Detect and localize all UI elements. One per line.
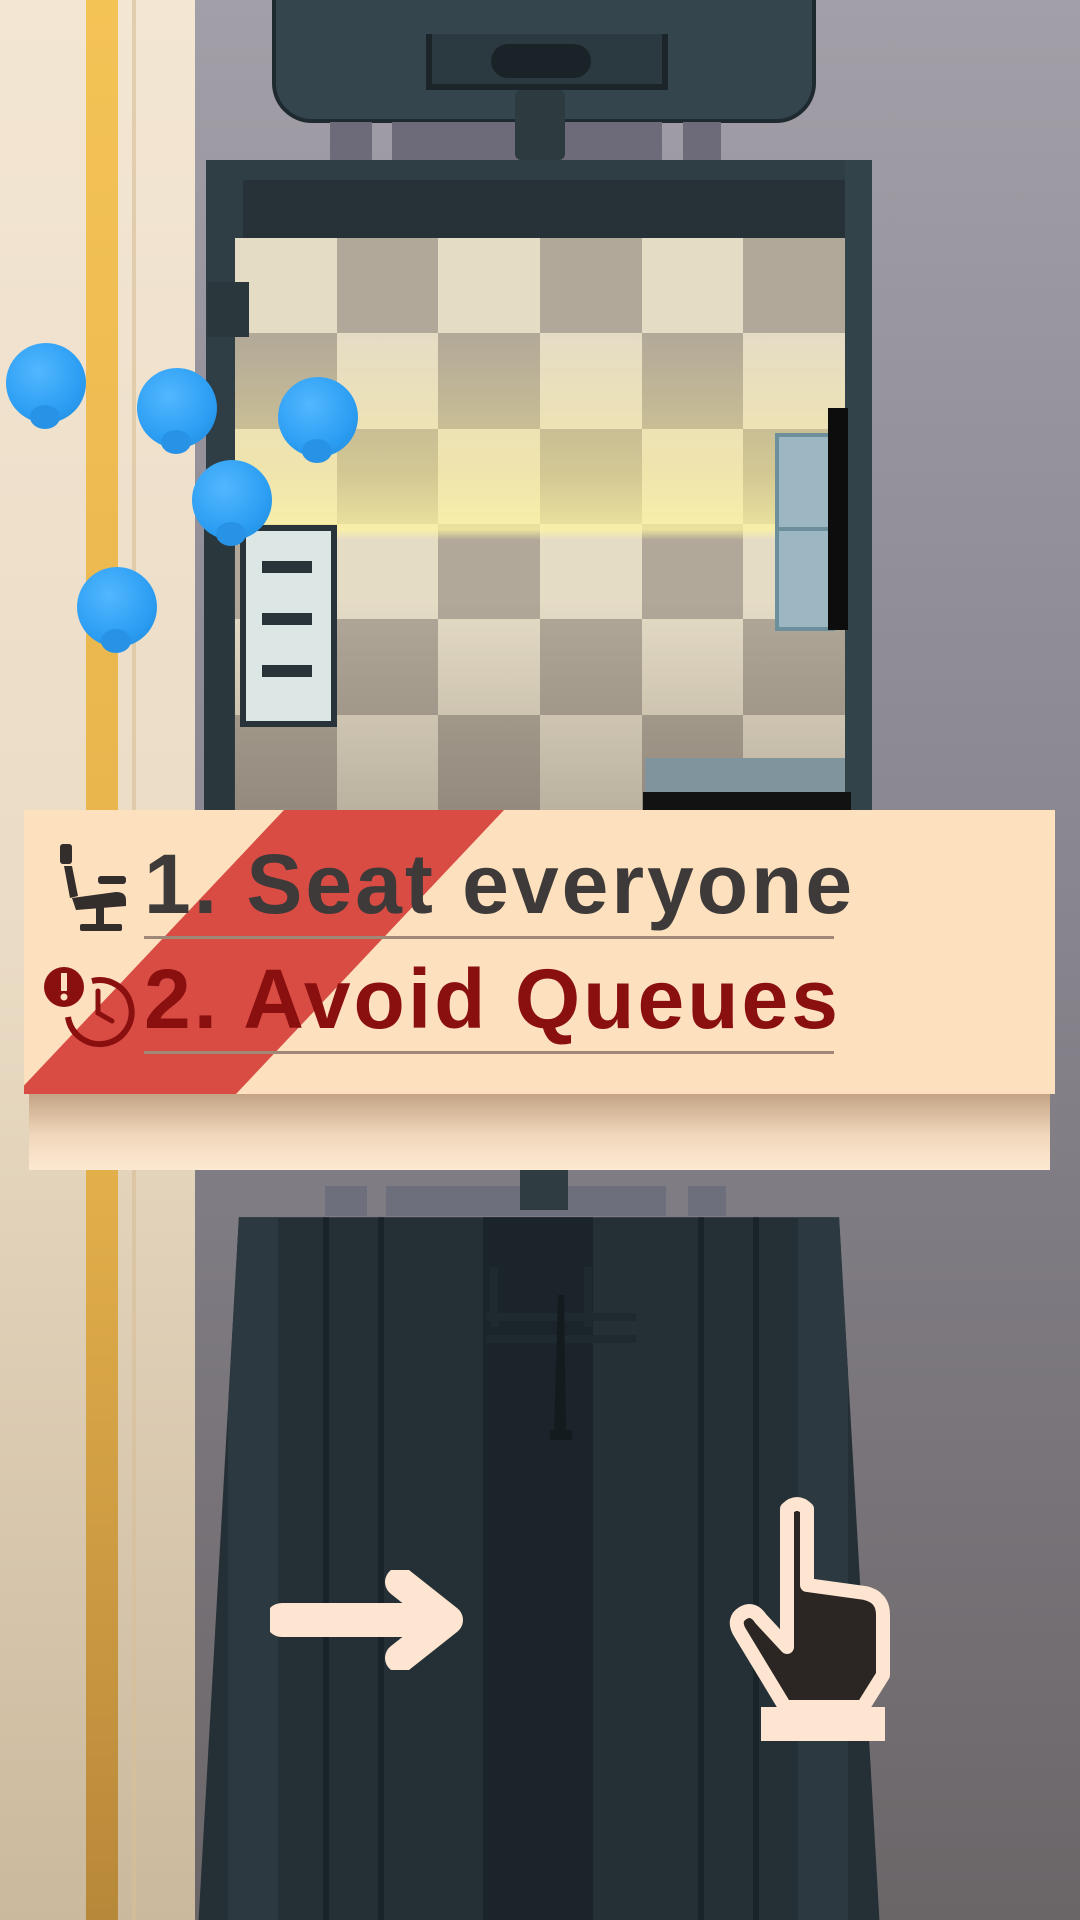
- passenger[interactable]: [137, 368, 217, 454]
- car-door: [828, 408, 848, 630]
- floor-tile[interactable]: [438, 619, 540, 715]
- queue-clock-warning-icon: [44, 967, 135, 1048]
- seat-icon: [60, 844, 126, 931]
- objective-avoid-queues: 2. Avoid Queues: [24, 945, 1055, 1055]
- floor-tile[interactable]: [743, 238, 845, 334]
- pantograph-icon: [486, 1267, 636, 1440]
- rack-bar: [262, 665, 312, 677]
- passenger[interactable]: [278, 377, 358, 463]
- passenger[interactable]: [192, 460, 272, 546]
- car-coupler: [520, 1170, 568, 1210]
- rail-segment: [325, 1186, 367, 1216]
- floor-tile[interactable]: [743, 619, 845, 715]
- roof-rib: [378, 1217, 384, 1920]
- rack-bar: [262, 561, 312, 573]
- objective-seat-everyone: 1. Seat everyone: [24, 830, 1055, 940]
- luggage-rack: [240, 525, 337, 727]
- roof-rib: [698, 1217, 704, 1920]
- floor-tile[interactable]: [539, 238, 642, 334]
- floor-tile[interactable]: [235, 714, 337, 810]
- car-bottom-door: [643, 792, 851, 810]
- passenger[interactable]: [6, 343, 86, 429]
- floor-tile[interactable]: [539, 714, 642, 810]
- car-roof-panel: [228, 1217, 278, 1920]
- bench-seat-right[interactable]: [775, 433, 835, 631]
- car-top-wall: [243, 180, 853, 238]
- objectives-panel-shadow: [29, 1094, 1050, 1170]
- floor-tile[interactable]: [336, 714, 439, 810]
- roof-rib: [323, 1217, 329, 1920]
- floor-tile[interactable]: [438, 714, 540, 810]
- rail-segment: [683, 122, 721, 160]
- floor-tile[interactable]: [641, 619, 744, 715]
- objective-underline: [144, 936, 834, 939]
- floor-tile[interactable]: [336, 238, 439, 334]
- car-coupler: [515, 90, 565, 160]
- floor-tile[interactable]: [336, 619, 439, 715]
- arrow-right-icon: [270, 1570, 463, 1670]
- floor-tile[interactable]: [438, 238, 540, 334]
- passenger[interactable]: [77, 567, 157, 653]
- floor-tile[interactable]: [235, 238, 337, 334]
- objectives-panel: 1. Seat everyone 2. Avoid Queues: [24, 810, 1055, 1094]
- objective-underline: [144, 1051, 834, 1054]
- car-right-wall: [845, 160, 872, 810]
- bench-divider: [779, 527, 831, 531]
- rail-segment: [330, 122, 372, 160]
- objective-label: 1. Seat everyone: [144, 837, 856, 931]
- floor-tile[interactable]: [641, 238, 744, 334]
- car-left-post: [207, 282, 249, 337]
- floor-tile[interactable]: [539, 619, 642, 715]
- rack-bar: [262, 613, 312, 625]
- pointing-hand-icon: [729, 1497, 890, 1741]
- front-car-vent: [491, 44, 591, 78]
- objective-label: 2. Avoid Queues: [144, 952, 841, 1046]
- rail-segment: [688, 1186, 726, 1216]
